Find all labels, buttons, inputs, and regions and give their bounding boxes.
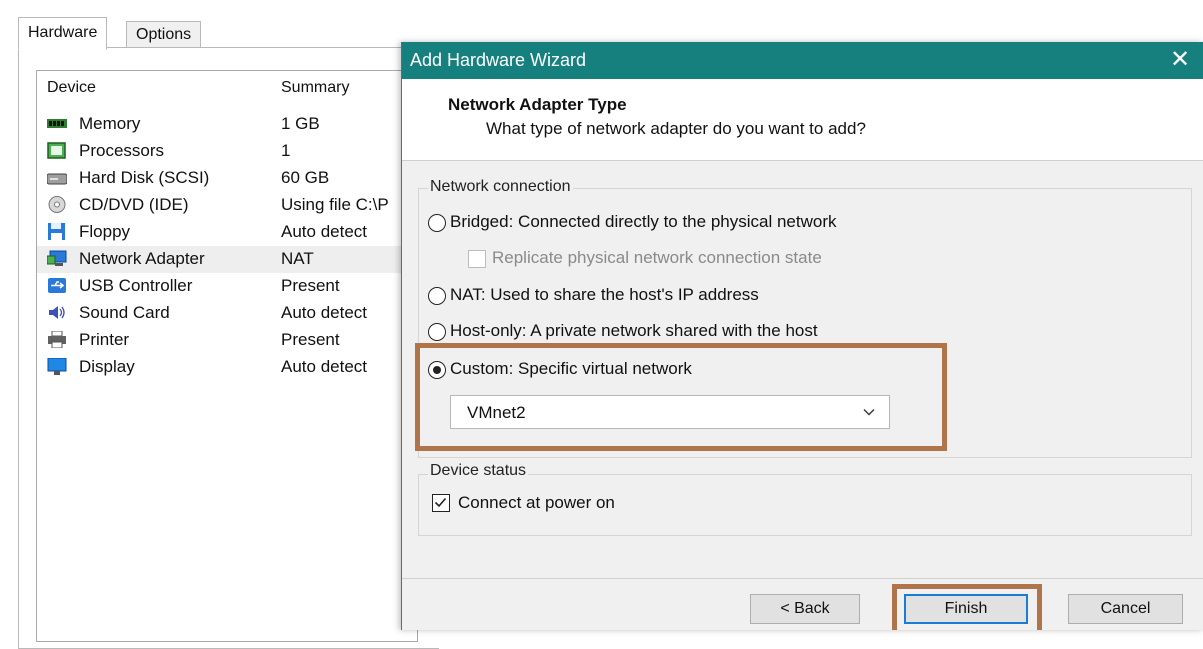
summary-column-header[interactable]: Summary	[281, 79, 349, 97]
network-connection-legend: Network connection	[428, 178, 573, 196]
add-hardware-wizard-dialog: Add Hardware Wizard ✕ Network Adapter Ty…	[401, 42, 1203, 630]
custom-radio[interactable]	[428, 361, 446, 379]
custom-network-select[interactable]: VMnet2	[450, 395, 890, 429]
bridged-radio[interactable]	[428, 214, 446, 232]
device-column-header[interactable]: Device	[47, 79, 96, 97]
device-summary: 60 GB	[281, 168, 330, 187]
back-button[interactable]: < Back	[750, 594, 860, 624]
chevron-down-icon	[863, 409, 875, 416]
device-name: CD/DVD (IDE)	[79, 195, 189, 214]
hard-disk-icon	[47, 173, 67, 185]
wizard-header: Network Adapter Type What type of networ…	[402, 79, 1203, 161]
dialog-title: Add Hardware Wizard	[410, 50, 587, 70]
device-row-floppy[interactable]: Floppy Auto detect	[37, 219, 415, 246]
device-summary: Present	[281, 276, 340, 295]
memory-icon	[47, 119, 67, 128]
bridged-label[interactable]: Bridged: Connected directly to the physi…	[450, 212, 836, 232]
tab-hardware-label: Hardware	[28, 24, 98, 41]
tab-options[interactable]: Options	[126, 21, 202, 49]
device-name: Network Adapter	[79, 249, 205, 268]
connect-at-power-on-checkbox[interactable]	[432, 494, 450, 512]
floppy-icon	[48, 223, 65, 240]
device-row-processors[interactable]: Processors 1	[37, 138, 415, 165]
printer-icon	[48, 331, 66, 348]
device-list[interactable]: Device Summary Memory 1 GB Processors 1 …	[36, 70, 418, 642]
network-adapter-icon	[47, 250, 67, 266]
host-only-label[interactable]: Host-only: A private network shared with…	[450, 321, 818, 341]
device-name: Hard Disk (SCSI)	[79, 168, 210, 187]
device-summary: 1 GB	[281, 114, 320, 133]
device-name: Floppy	[79, 222, 131, 241]
usb-icon	[48, 278, 66, 293]
device-row-sound-card[interactable]: Sound Card Auto detect	[37, 300, 415, 327]
device-summary: Auto detect	[281, 357, 368, 376]
nat-label[interactable]: NAT: Used to share the host's IP address	[450, 285, 759, 305]
replicate-checkbox[interactable]	[468, 250, 486, 268]
host-only-radio[interactable]	[428, 323, 446, 341]
footer-separator	[402, 578, 1203, 579]
device-row-display[interactable]: Display Auto detect	[37, 354, 415, 381]
device-row-cd-dvd[interactable]: CD/DVD (IDE) Using file C:\P	[37, 192, 415, 219]
device-name: Printer	[79, 330, 130, 349]
device-summary: NAT	[281, 249, 314, 268]
device-name: Memory	[79, 114, 141, 133]
device-row-usb-controller[interactable]: USB Controller Present	[37, 273, 415, 300]
tab-options-label: Options	[136, 26, 192, 43]
device-row-memory[interactable]: Memory 1 GB	[37, 111, 415, 138]
device-summary: Using file C:\P	[281, 195, 389, 214]
wizard-header-subtitle: What type of network adapter do you want…	[486, 119, 866, 138]
device-name: Processors	[79, 141, 165, 160]
dialog-titlebar[interactable]: Add Hardware Wizard ✕	[402, 42, 1203, 79]
connect-at-power-on-label[interactable]: Connect at power on	[458, 493, 615, 513]
finish-button[interactable]: Finish	[904, 594, 1028, 624]
custom-label[interactable]: Custom: Specific virtual network	[450, 359, 692, 379]
wizard-header-title: Network Adapter Type	[448, 95, 627, 114]
device-row-network-adapter[interactable]: Network Adapter NAT	[37, 246, 415, 273]
device-summary: 1	[281, 141, 291, 160]
device-row-printer[interactable]: Printer Present	[37, 327, 415, 354]
close-icon[interactable]: ✕	[1166, 46, 1194, 74]
device-row-hard-disk[interactable]: Hard Disk (SCSI) 60 GB	[37, 165, 415, 192]
device-status-legend: Device status	[428, 462, 529, 480]
device-summary: Auto detect	[281, 303, 368, 322]
cd-dvd-icon	[48, 196, 66, 213]
device-name: USB Controller	[79, 276, 193, 295]
radio-selected-dot	[432, 365, 441, 374]
custom-network-value: VMnet2	[467, 403, 526, 422]
replicate-label: Replicate physical network connection st…	[492, 248, 822, 267]
device-name: Display	[79, 357, 135, 376]
nat-radio[interactable]	[428, 287, 446, 305]
device-summary: Auto detect	[281, 222, 368, 241]
device-name: Sound Card	[79, 303, 170, 322]
display-icon	[47, 358, 67, 375]
processor-icon	[47, 142, 66, 159]
tab-hardware[interactable]: Hardware	[18, 17, 108, 50]
device-summary: Present	[281, 330, 340, 349]
sound-card-icon	[49, 306, 65, 319]
checkmark-icon	[434, 497, 447, 508]
cancel-button[interactable]: Cancel	[1068, 594, 1183, 624]
